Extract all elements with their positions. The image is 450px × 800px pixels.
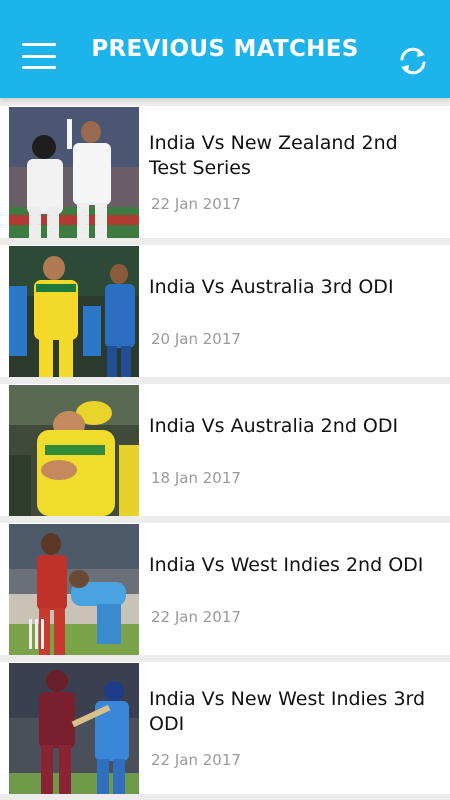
match-thumbnail [9,384,139,516]
match-thumbnail [9,662,139,794]
match-title: India Vs New Zealand 2nd Test Series [149,132,398,179]
match-list-item[interactable]: India Vs New West Indies 3rd ODI 22 Jan … [0,662,450,794]
match-list-item[interactable]: India Vs Australia 2nd ODI 18 Jan 2017 [0,384,450,516]
match-list-item[interactable]: India Vs Australia 3rd ODI 20 Jan 2017 [0,245,450,377]
match-date: 22 Jan 2017 [151,195,241,213]
match-date: 18 Jan 2017 [151,468,241,487]
match-list: India Vs New Zealand 2nd Test Series 22 … [0,98,450,794]
match-list-item[interactable]: India Vs West Indies 2nd ODI 22 Jan 2017 [0,523,450,655]
match-title: India Vs New West Indies 3rd ODI [149,688,426,735]
app-header: PREVIOUS MATCHES [0,0,450,98]
match-date: 20 Jan 2017 [151,329,241,348]
match-thumbnail [9,245,139,377]
refresh-icon[interactable] [396,44,430,78]
match-thumbnail [9,106,139,238]
match-title: India Vs Australia 3rd ODI [149,275,394,298]
match-list-item[interactable]: India Vs New Zealand 2nd Test Series 22 … [0,106,450,238]
match-date: 22 Jan 2017 [151,751,241,769]
match-thumbnail [9,523,139,655]
page-title: PREVIOUS MATCHES [91,36,359,62]
menu-icon[interactable] [22,43,56,69]
match-title: India Vs Australia 2nd ODI [149,414,399,437]
match-title: India Vs West Indies 2nd ODI [149,553,424,576]
match-date: 22 Jan 2017 [151,607,241,626]
